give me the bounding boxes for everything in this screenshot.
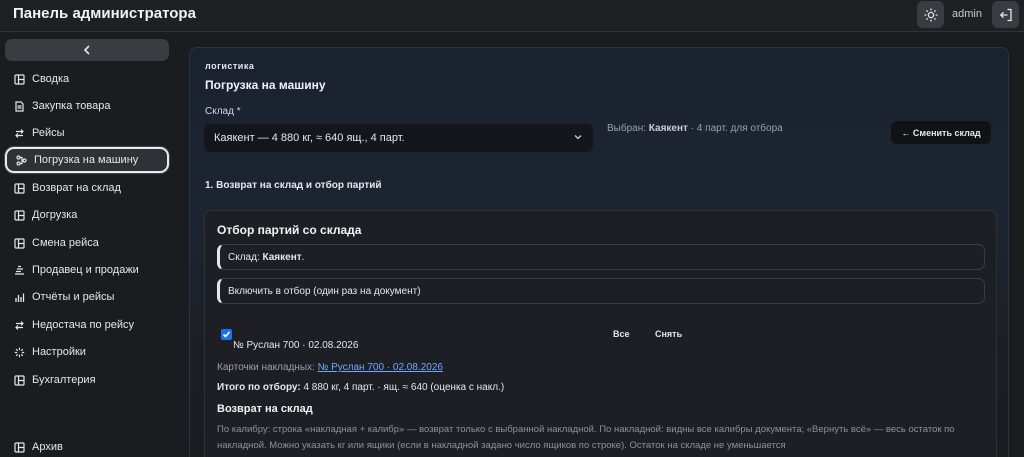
- sidebar-item-change-trip[interactable]: Смена рейса: [5, 230, 169, 256]
- select-all-button[interactable]: Все: [613, 329, 630, 339]
- layout-icon: [13, 209, 25, 221]
- sidebar-item-sales[interactable]: Продавец и продажи: [5, 257, 169, 283]
- sidebar-item-return[interactable]: Возврат на склад: [5, 175, 169, 201]
- main-panel: логистика Погрузка на машину Склад * Кая…: [189, 47, 1009, 457]
- top-bar: Панель администратора admin: [0, 0, 1024, 32]
- warehouse-name: Каякент: [262, 251, 302, 263]
- sidebar-collapse-button[interactable]: [5, 39, 169, 61]
- sidebar-item-label: Сводка: [32, 73, 70, 85]
- chevron-down-icon: [574, 135, 582, 140]
- step-heading: 1. Возврат на склад и отбор партий: [205, 180, 382, 191]
- return-description: По калибру: строка «накладная + калибр» …: [217, 424, 955, 451]
- logout-button[interactable]: [992, 1, 1019, 28]
- document-icon: [13, 100, 25, 112]
- theme-toggle-button[interactable]: [917, 1, 944, 28]
- sales-icon: [13, 264, 25, 276]
- sun-icon: [924, 8, 937, 21]
- page-title: Погрузка на машину: [205, 78, 326, 92]
- sidebar-item-settings[interactable]: Настройки: [5, 339, 169, 365]
- return-heading: Возврат на склад: [217, 403, 313, 415]
- layout-icon: [13, 374, 25, 386]
- sidebar-item-label: Закупка товара: [32, 100, 111, 112]
- sidebar-item-loading[interactable]: Погрузка на машину: [5, 147, 169, 173]
- sidebar-item-label: Продавец и продажи: [32, 264, 139, 276]
- batch-checkbox[interactable]: [221, 329, 232, 340]
- selected-name: Каякент: [648, 123, 688, 134]
- logout-icon: [999, 8, 1012, 21]
- swap-icon: [13, 319, 25, 331]
- sidebar-item-trips[interactable]: Рейсы: [5, 120, 169, 146]
- total-label: Итого по отбору:: [217, 382, 301, 393]
- selection-total: Итого по отбору: 4 880 кг, 4 парт. · ящ.…: [217, 382, 504, 393]
- sidebar-item-label: Недостача по рейсу: [32, 319, 135, 331]
- invoice-cards-label: Карточки накладных:: [217, 362, 315, 373]
- sidebar-item-label: Погрузка на машину: [34, 154, 139, 166]
- warehouse-info-box: Склад: Каякент.: [217, 244, 985, 270]
- change-warehouse-button[interactable]: ← Сменить склад: [891, 121, 991, 144]
- sparkle-icon: [13, 346, 25, 358]
- warehouse-label: Склад *: [205, 106, 241, 117]
- sidebar-item-label: Архив: [32, 441, 63, 453]
- nodes-icon: [15, 154, 27, 166]
- sidebar-item-label: Отчёты и рейсы: [32, 291, 115, 303]
- sidebar-item-reload[interactable]: Догрузка: [5, 202, 169, 228]
- total-value: 4 880 кг, 4 парт. · ящ. ≈ 640 (оценка с …: [303, 382, 505, 393]
- batch-label: № Руслан 700 · 02.08.2026: [233, 340, 359, 351]
- sidebar-item-label: Догрузка: [32, 209, 78, 221]
- invoice-cards-row: Карточки накладных: № Руслан 700 · 02.08…: [217, 362, 443, 373]
- sidebar-item-summary[interactable]: Сводка: [5, 66, 169, 92]
- sidebar-item-accounting[interactable]: Бухгалтерия: [5, 367, 169, 393]
- chart-icon: [13, 291, 25, 303]
- selected-prefix: Выбран:: [607, 123, 647, 134]
- layout-icon: [13, 73, 25, 85]
- batch-selection-card: Отбор партий со склада Склад: Каякент. В…: [204, 210, 997, 457]
- section-tag: логистика: [205, 61, 255, 71]
- sidebar-item-reports[interactable]: Отчёты и рейсы: [5, 284, 169, 310]
- card-title: Отбор партий со склада: [217, 223, 362, 237]
- warehouse-select[interactable]: Каякент — 4 880 кг, ≈ 640 ящ., 4 парт.: [204, 124, 593, 152]
- include-toggle-box[interactable]: Включить в отбор (один раз на документ): [217, 278, 985, 304]
- sidebar-item-shortage[interactable]: Недостача по рейсу: [5, 312, 169, 338]
- sidebar-item-label: Рейсы: [32, 127, 65, 139]
- selected-warehouse-info: Выбран: Каякент · 4 парт. для отбора: [607, 123, 783, 134]
- warehouse-select-value: Каякент — 4 880 кг, ≈ 640 ящ., 4 парт.: [214, 132, 405, 144]
- sidebar-item-purchase[interactable]: Закупка товара: [5, 93, 169, 119]
- sidebar-item-label: Смена рейса: [32, 237, 99, 249]
- invoice-card-link[interactable]: № Руслан 700 · 02.08.2026: [318, 362, 443, 373]
- warehouse-dot: .: [301, 251, 305, 263]
- sidebar-item-label: Возврат на склад: [32, 182, 121, 194]
- warehouse-prefix: Склад:: [228, 251, 260, 263]
- layout-icon: [13, 441, 25, 453]
- layout-icon: [13, 237, 25, 249]
- selected-suffix: · 4 парт. для отбора: [690, 123, 783, 134]
- sidebar-item-label: Бухгалтерия: [32, 374, 96, 386]
- swap-icon: [13, 127, 25, 139]
- sidebar: Сводка Закупка товара Рейсы Погрузка на …: [0, 33, 176, 457]
- clear-selection-button[interactable]: Снять: [655, 329, 682, 339]
- include-label: Включить в отбор (один раз на документ): [228, 285, 421, 297]
- app-title: Панель администратора: [13, 5, 196, 22]
- check-icon: [222, 331, 231, 338]
- chevron-left-icon: [83, 45, 90, 55]
- sidebar-item-label: Настройки: [32, 346, 86, 358]
- sidebar-item-archive[interactable]: Архив: [5, 434, 169, 457]
- user-name: admin: [952, 8, 982, 20]
- layout-icon: [13, 182, 25, 194]
